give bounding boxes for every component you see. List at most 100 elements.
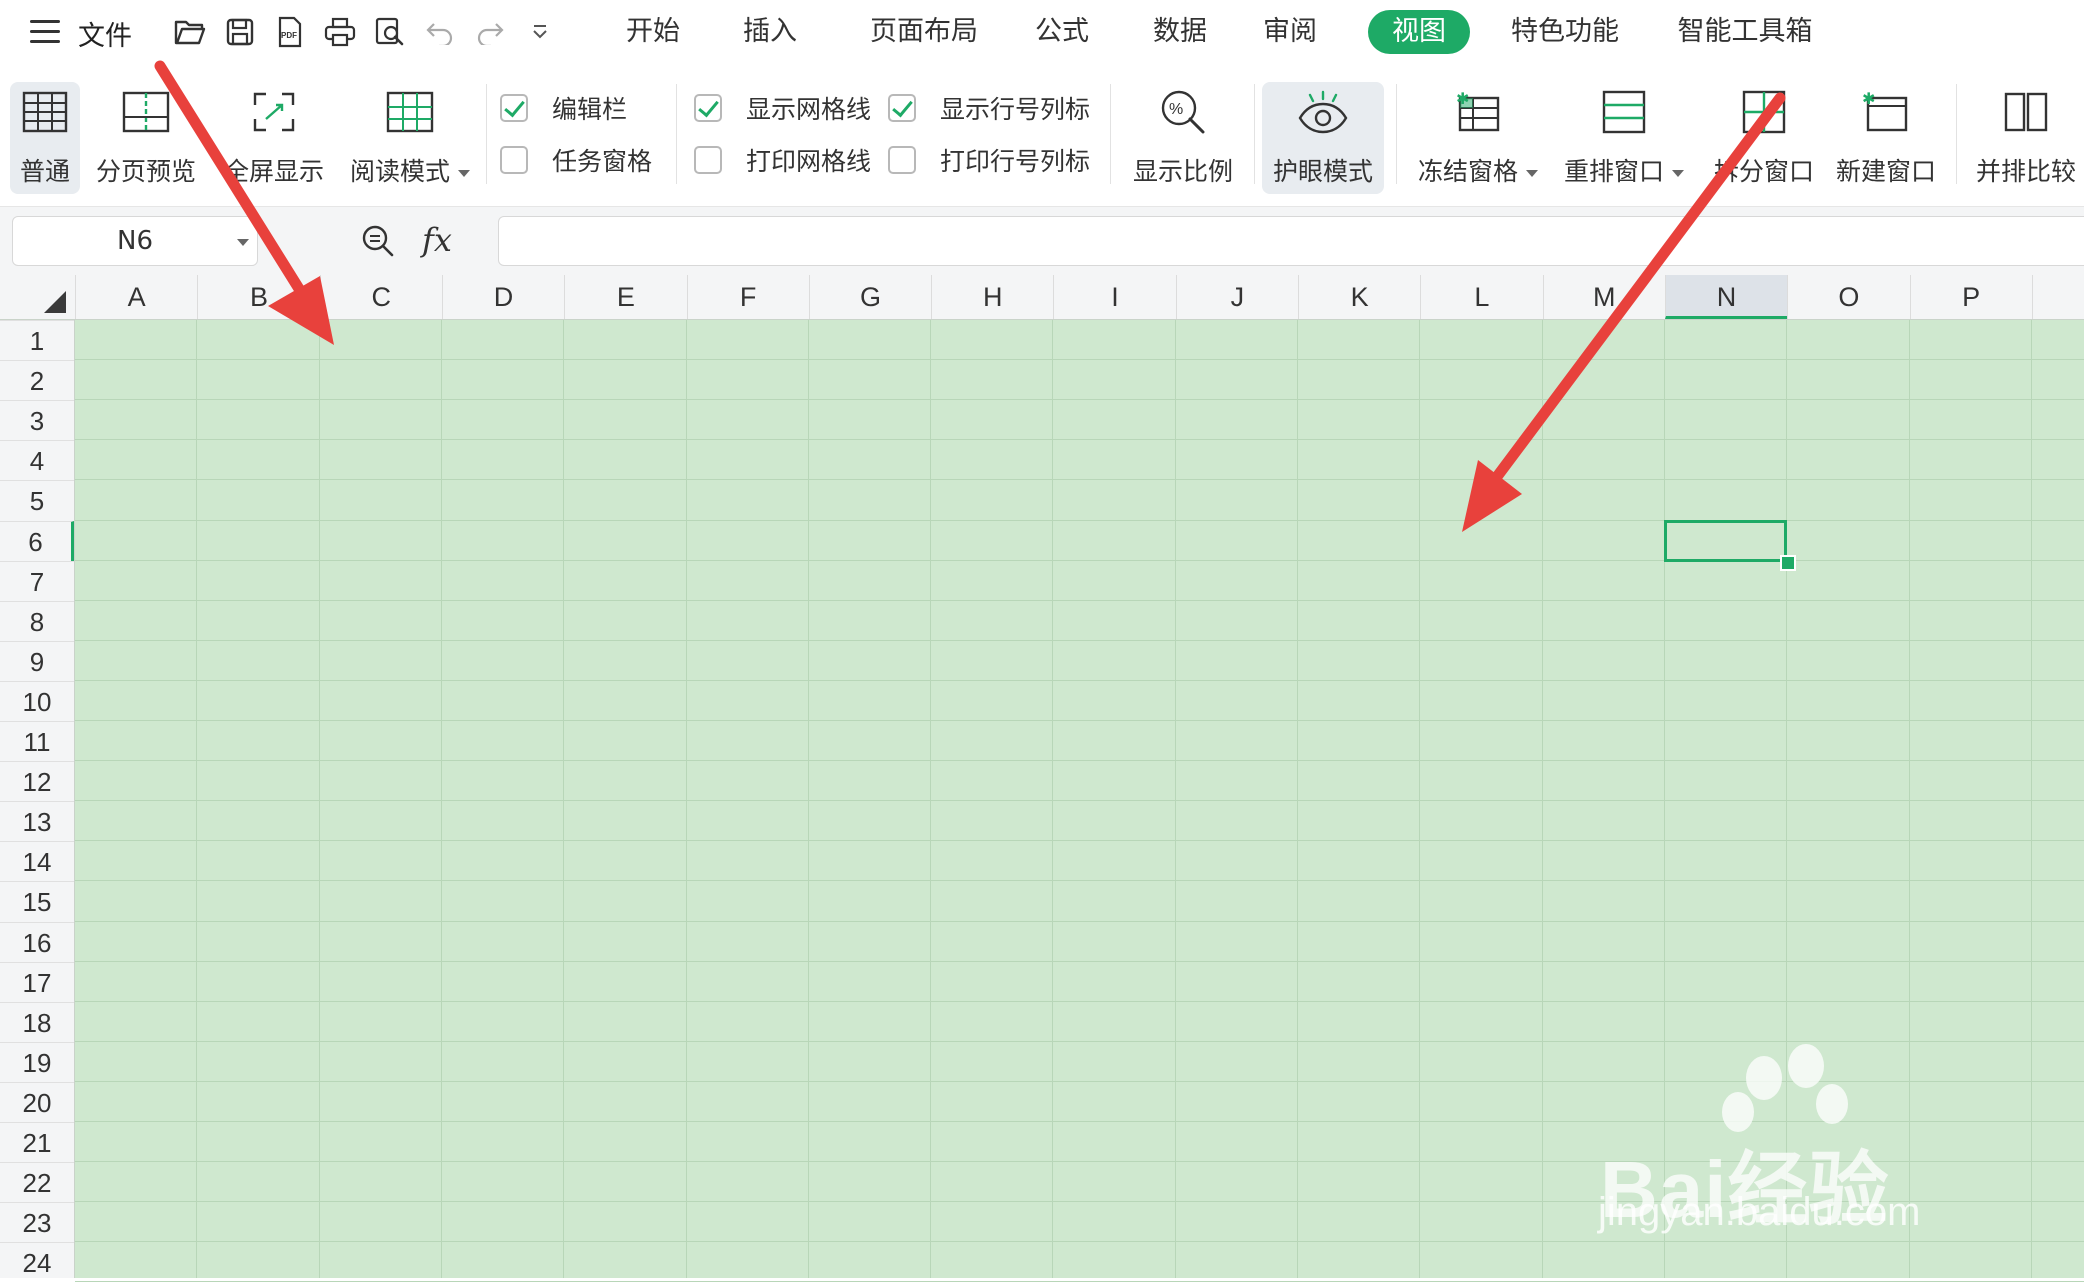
column-header-o[interactable]: O bbox=[1787, 275, 1909, 319]
file-menu[interactable]: 文件 bbox=[78, 14, 132, 53]
reading-mode-button[interactable]: 阅读模式 bbox=[348, 82, 472, 194]
column-header-f[interactable]: F bbox=[686, 275, 809, 319]
row-header-13[interactable]: 13 bbox=[0, 801, 74, 841]
row-header-2[interactable]: 2 bbox=[0, 360, 74, 400]
formula-input[interactable] bbox=[498, 216, 2084, 266]
svg-text:✱: ✱ bbox=[1862, 90, 1875, 108]
row-header-22[interactable]: 22 bbox=[0, 1162, 74, 1202]
tab-page-layout[interactable]: 页面布局 bbox=[834, 10, 1014, 54]
row-header-7[interactable]: 7 bbox=[0, 560, 74, 601]
column-header-l[interactable]: L bbox=[1420, 275, 1542, 319]
row-header-12[interactable]: 12 bbox=[0, 761, 74, 801]
chevron-down-icon[interactable] bbox=[237, 239, 249, 246]
column-header-b[interactable]: B bbox=[197, 275, 319, 319]
row-header-21[interactable]: 21 bbox=[0, 1122, 74, 1162]
tab-data[interactable]: 数据 bbox=[1110, 10, 1250, 54]
gridline-horizontal bbox=[75, 920, 2084, 922]
row-header-14[interactable]: 14 bbox=[0, 841, 74, 881]
chevron-down-icon[interactable] bbox=[1526, 169, 1538, 177]
selected-cell[interactable] bbox=[1663, 519, 1788, 562]
save-icon[interactable] bbox=[222, 14, 258, 50]
row-header-1[interactable]: 1 bbox=[0, 320, 74, 360]
row-header-17[interactable]: 17 bbox=[0, 961, 74, 1002]
checkbox-unchecked-icon[interactable] bbox=[888, 146, 916, 174]
chevron-down-icon[interactable] bbox=[458, 169, 470, 177]
column-header-p[interactable]: P bbox=[1909, 275, 2032, 319]
open-folder-icon[interactable] bbox=[172, 14, 208, 50]
edit-bar-checkbox[interactable]: 编辑栏 bbox=[500, 90, 627, 126]
select-all-corner[interactable] bbox=[0, 275, 74, 319]
row-header-3[interactable]: 3 bbox=[0, 400, 74, 440]
row-header-15[interactable]: 15 bbox=[0, 881, 74, 921]
name-box[interactable]: N6 bbox=[12, 216, 258, 266]
row-header-9[interactable]: 9 bbox=[0, 640, 74, 681]
row-header-20[interactable]: 20 bbox=[0, 1081, 74, 1122]
split-window-button[interactable]: 拆分窗口 bbox=[1712, 82, 1816, 194]
zoom-search-icon[interactable] bbox=[360, 223, 396, 263]
column-header-j[interactable]: J bbox=[1175, 275, 1298, 319]
print-headings-checkbox[interactable]: 打印行号列标 bbox=[888, 142, 1090, 178]
chevron-down-icon[interactable] bbox=[1672, 169, 1684, 177]
zoom-button[interactable]: % 显示比例 bbox=[1126, 82, 1240, 194]
arrange-windows-button[interactable]: 重排窗口 bbox=[1562, 82, 1686, 194]
task-pane-checkbox[interactable]: 任务窗格 bbox=[500, 142, 652, 178]
reading-mode-icon bbox=[348, 82, 472, 142]
checkbox-unchecked-icon[interactable] bbox=[500, 146, 528, 174]
undo-icon[interactable] bbox=[422, 14, 458, 50]
row-header-5[interactable]: 5 bbox=[0, 480, 74, 520]
tab-view[interactable]: 视图 bbox=[1368, 10, 1470, 54]
full-screen-button[interactable]: 全屏显示 bbox=[224, 82, 324, 194]
row-header-10[interactable]: 10 bbox=[0, 680, 74, 721]
redo-icon[interactable] bbox=[472, 14, 508, 50]
column-header-q[interactable]: Q bbox=[2031, 275, 2084, 319]
new-window-button[interactable]: ✱ 新建窗口 bbox=[1834, 82, 1938, 194]
row-header-24[interactable]: 24 bbox=[0, 1242, 74, 1282]
gridline-horizontal bbox=[75, 800, 2084, 802]
eye-protection-button[interactable]: 护眼模式 bbox=[1262, 82, 1384, 194]
row-header-19[interactable]: 19 bbox=[0, 1041, 74, 1082]
column-header-d[interactable]: D bbox=[441, 275, 564, 319]
column-header-a[interactable]: A bbox=[75, 275, 197, 319]
page-break-preview-button[interactable]: 分页预览 bbox=[96, 82, 196, 194]
row-header-18[interactable]: 18 bbox=[0, 1001, 74, 1042]
show-headings-checkbox[interactable]: 显示行号列标 bbox=[888, 90, 1090, 126]
print-gridlines-checkbox[interactable]: 打印网格线 bbox=[694, 142, 871, 178]
side-by-side-button[interactable]: 并排比较 bbox=[1974, 82, 2078, 194]
pdf-export-icon[interactable]: PDF bbox=[272, 14, 308, 50]
column-header-c[interactable]: C bbox=[319, 275, 442, 319]
tab-insert[interactable]: 插入 bbox=[706, 10, 834, 54]
view-ribbon: 普通 分页预览 全屏显示 阅读模式 编辑栏 任务窗格 显示网格线 打印网格线 显… bbox=[0, 64, 2084, 207]
checkbox-unchecked-icon[interactable] bbox=[694, 146, 722, 174]
print-preview-icon[interactable] bbox=[372, 14, 408, 50]
tab-smart-toolbox[interactable]: 智能工具箱 bbox=[1660, 10, 1830, 54]
customize-dropdown-icon[interactable] bbox=[522, 14, 558, 50]
normal-view-button[interactable]: 普通 bbox=[10, 82, 80, 194]
print-icon[interactable] bbox=[322, 14, 358, 50]
column-header-i[interactable]: I bbox=[1053, 275, 1175, 319]
column-header-e[interactable]: E bbox=[564, 275, 686, 319]
row-header-6[interactable]: 6 bbox=[0, 520, 74, 561]
column-header-n[interactable]: N bbox=[1664, 275, 1788, 319]
row-header-23[interactable]: 23 bbox=[0, 1202, 74, 1242]
column-header-m[interactable]: M bbox=[1542, 275, 1665, 319]
tab-formulas[interactable]: 公式 bbox=[1014, 10, 1110, 54]
freeze-panes-button[interactable]: ✱ 冻结窗格 bbox=[1416, 82, 1540, 194]
row-header-11[interactable]: 11 bbox=[0, 721, 74, 761]
checkbox-checked-icon[interactable] bbox=[694, 94, 722, 122]
column-header-h[interactable]: H bbox=[931, 275, 1053, 319]
fill-handle[interactable] bbox=[1780, 554, 1797, 571]
checkbox-checked-icon[interactable] bbox=[500, 94, 528, 122]
hamburger-menu-icon[interactable] bbox=[30, 20, 60, 44]
row-header-4[interactable]: 4 bbox=[0, 440, 74, 480]
tab-special-features[interactable]: 特色功能 bbox=[1470, 10, 1660, 54]
gridline-horizontal bbox=[75, 1121, 2084, 1122]
show-gridlines-checkbox[interactable]: 显示网格线 bbox=[694, 90, 871, 126]
checkbox-checked-icon[interactable] bbox=[888, 94, 916, 122]
column-header-k[interactable]: K bbox=[1298, 275, 1420, 319]
column-header-g[interactable]: G bbox=[808, 275, 931, 319]
tab-start[interactable]: 开始 bbox=[600, 10, 706, 54]
fx-insert-function[interactable]: fx bbox=[422, 221, 452, 259]
row-header-16[interactable]: 16 bbox=[0, 921, 74, 962]
row-header-8[interactable]: 8 bbox=[0, 600, 74, 641]
tab-review[interactable]: 审阅 bbox=[1250, 10, 1330, 54]
